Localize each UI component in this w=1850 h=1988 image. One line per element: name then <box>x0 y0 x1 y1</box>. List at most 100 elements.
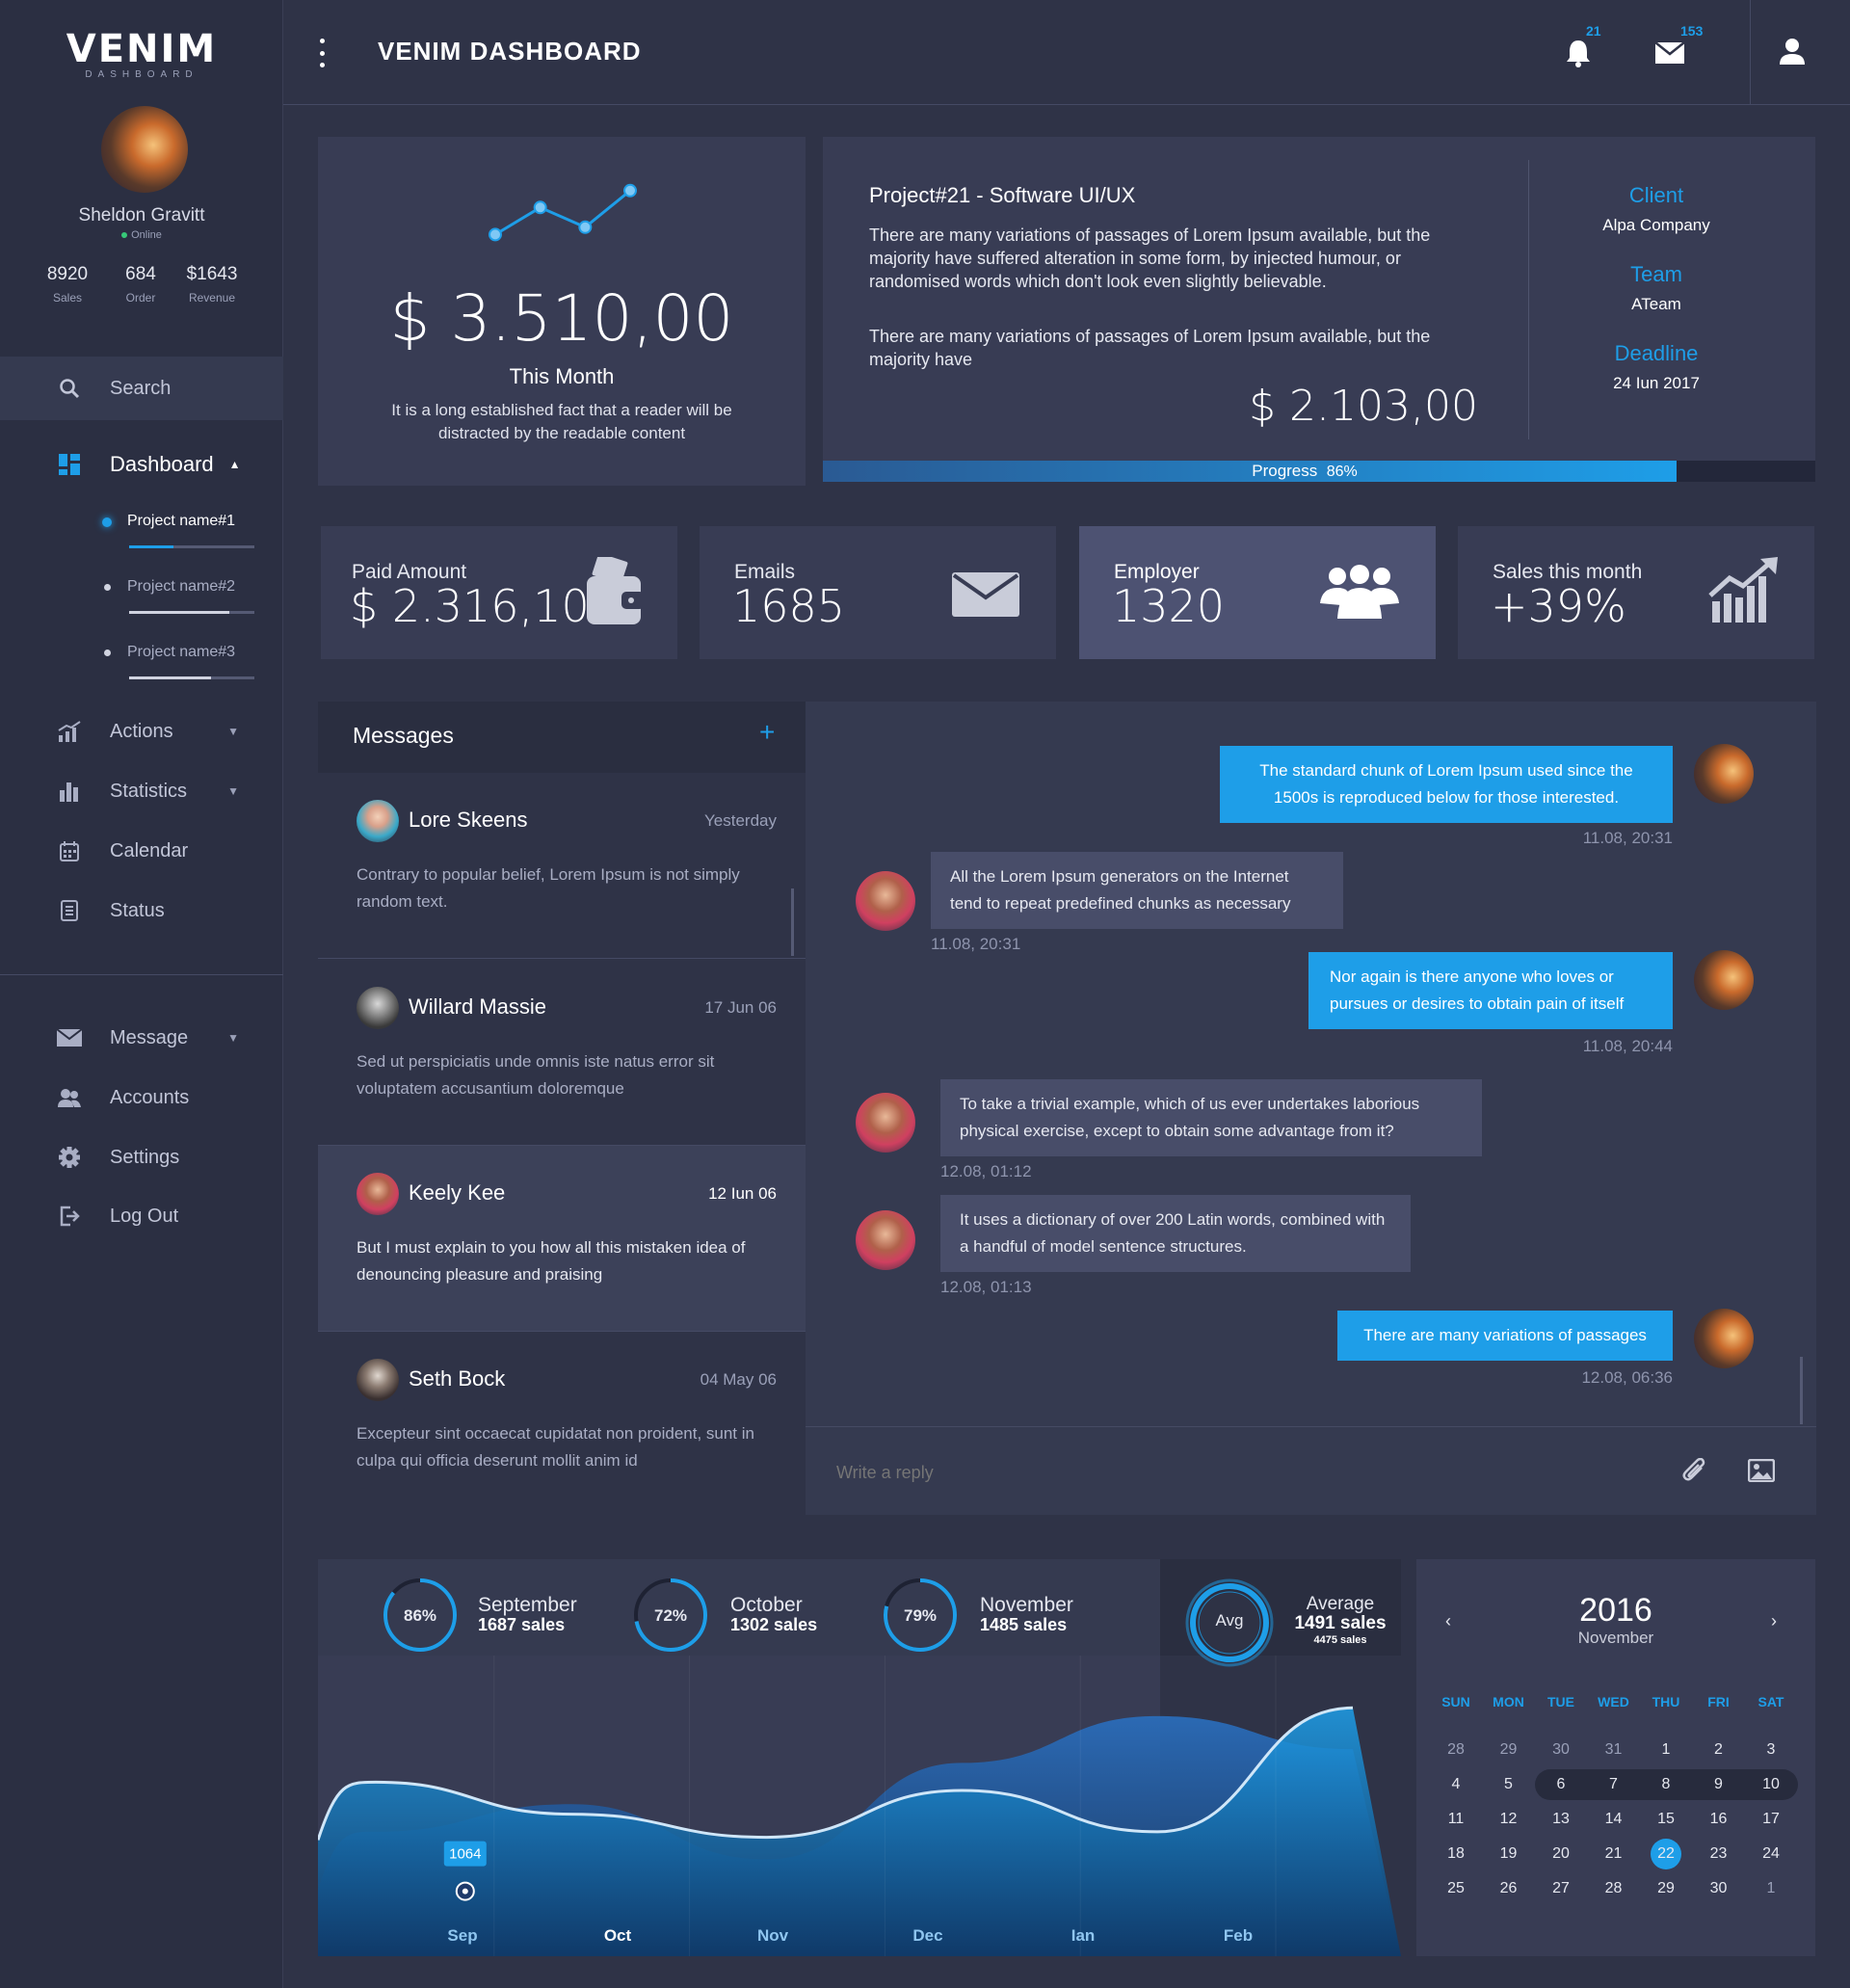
calendar-day[interactable]: 2 <box>1700 1735 1738 1765</box>
sidebar-item-label: Settings <box>110 1146 180 1168</box>
calendar-day[interactable]: 28 <box>1437 1735 1475 1765</box>
calendar-day[interactable]: 30 <box>1542 1735 1580 1765</box>
calendar-day[interactable]: 3 <box>1752 1735 1790 1765</box>
grid-icon <box>56 451 83 478</box>
message-list-item[interactable]: Lore Skeens Yesterday Contrary to popula… <box>318 773 806 959</box>
image-icon[interactable] <box>1748 1459 1775 1482</box>
project-item-1[interactable]: Project name#1 <box>102 511 256 549</box>
caret-up-icon: ▲ <box>228 458 241 471</box>
sparkline-path <box>494 189 631 236</box>
sidebar-item-message[interactable]: Message ▼ <box>0 1009 283 1067</box>
average-total: 4475 sales <box>1313 1634 1367 1646</box>
message-list-item-active[interactable]: Keely Kee 12 Iun 06 But I must explain t… <box>318 1146 806 1332</box>
calendar-day[interactable]: 26 <box>1490 1873 1528 1904</box>
calendar-day[interactable]: 23 <box>1700 1839 1738 1869</box>
calendar-day[interactable]: 14 <box>1595 1804 1633 1835</box>
calendar-day[interactable]: 17 <box>1752 1804 1790 1835</box>
sidebar-item-statistics[interactable]: Statistics ▼ <box>0 762 283 820</box>
calendar-day[interactable]: 18 <box>1437 1839 1475 1869</box>
calendar-day[interactable]: 29 <box>1490 1735 1528 1765</box>
calendar-day[interactable]: 10 <box>1752 1769 1790 1800</box>
kebab-menu-icon[interactable] <box>318 39 326 67</box>
calendar-day[interactable]: 1 <box>1752 1873 1790 1904</box>
calendar-day[interactable]: 13 <box>1542 1804 1580 1835</box>
scrollbar[interactable] <box>791 888 794 956</box>
bar-chart-icon <box>56 778 83 805</box>
calendar-day[interactable]: 25 <box>1437 1873 1475 1904</box>
project-item-2[interactable]: Project name#2 <box>102 576 256 615</box>
tile-emails[interactable]: Emails 1685 <box>700 526 1056 659</box>
messages-button[interactable]: 153 <box>1646 23 1704 77</box>
project-description-1: There are many variations of passages of… <box>869 225 1431 291</box>
reply-input[interactable] <box>836 1453 1607 1492</box>
my-avatar <box>1694 1309 1754 1368</box>
sidebar-search[interactable]: Search <box>0 357 283 420</box>
calendar-day[interactable]: 7 <box>1595 1769 1633 1800</box>
contact-avatar <box>856 1210 915 1270</box>
user-avatar[interactable] <box>101 106 188 193</box>
calendar-day[interactable]: 15 <box>1647 1804 1685 1835</box>
envelope-icon <box>952 572 1019 617</box>
calendar-day[interactable]: 20 <box>1542 1839 1580 1869</box>
tile-employer[interactable]: Employer 1320 <box>1079 526 1436 659</box>
project-amount: $ 2.103,00 <box>1249 382 1478 431</box>
calendar-day[interactable]: 19 <box>1490 1839 1528 1869</box>
online-dot-icon <box>121 232 128 238</box>
message-list-item[interactable]: Willard Massie 17 Jun 06 Sed ut perspici… <box>318 960 806 1146</box>
chat-bubble-received: To take a trivial example, which of us e… <box>940 1079 1482 1156</box>
calendar-day[interactable]: 31 <box>1595 1735 1633 1765</box>
my-avatar <box>1694 744 1754 804</box>
user-name: Sheldon Gravitt <box>78 205 205 225</box>
sidebar-item-accounts[interactable]: Accounts <box>0 1069 283 1127</box>
x-axis-label: Sep <box>447 1926 477 1945</box>
sidebar-item-actions[interactable]: Actions ▼ <box>0 702 283 760</box>
page-title: VENIM DASHBOARD <box>378 37 642 66</box>
sparkline-point <box>578 220 593 234</box>
calendar-icon <box>56 837 83 864</box>
calendar-day-today[interactable]: 22 <box>1651 1839 1681 1869</box>
average-badge: Avg <box>1215 1611 1244 1630</box>
caret-down-icon: ▼ <box>227 784 239 798</box>
tile-paid-amount[interactable]: Paid Amount $ 2.316,10 <box>321 526 677 659</box>
calendar-day[interactable]: 24 <box>1752 1839 1790 1869</box>
calendar-day[interactable]: 5 <box>1490 1769 1528 1800</box>
calendar-day[interactable]: 16 <box>1700 1804 1738 1835</box>
sidebar-item-dashboard[interactable]: Dashboard ▲ <box>0 436 283 493</box>
calendar-day[interactable]: 4 <box>1437 1769 1475 1800</box>
calendar-day[interactable]: 29 <box>1647 1873 1685 1904</box>
sender-name: Willard Massie <box>409 994 547 1019</box>
sidebar: VENIM DASHBOARD Sheldon Gravitt Online 8… <box>0 0 283 1988</box>
add-message-button[interactable]: + <box>759 717 775 748</box>
message-list-item[interactable]: Seth Bock 04 May 06 Excepteur sint occae… <box>318 1332 806 1518</box>
calendar-day[interactable]: 1 <box>1647 1735 1685 1765</box>
chat-bubble-received: It uses a dictionary of over 200 Latin w… <box>940 1195 1411 1272</box>
tile-sales-month[interactable]: Sales this month +39% <box>1458 526 1814 659</box>
calendar-day[interactable]: 27 <box>1542 1873 1580 1904</box>
calendar-day[interactable]: 30 <box>1700 1873 1738 1904</box>
logout-icon <box>56 1203 83 1230</box>
sidebar-item-settings[interactable]: Settings <box>0 1128 283 1186</box>
calendar-day[interactable]: 11 <box>1437 1804 1475 1835</box>
sidebar-item-label: Dashboard <box>110 452 214 476</box>
user-status: Online <box>0 229 283 241</box>
calendar-day[interactable]: 9 <box>1700 1769 1738 1800</box>
month-name: October <box>730 1594 803 1616</box>
x-axis-label: Oct <box>604 1926 632 1945</box>
chat-scrollbar[interactable] <box>1800 1357 1803 1424</box>
calendar-day[interactable]: 28 <box>1595 1873 1633 1904</box>
logo[interactable]: VENIM DASHBOARD <box>0 27 283 80</box>
stat-label: Sales <box>52 291 83 305</box>
sidebar-item-logout[interactable]: Log Out <box>0 1187 283 1245</box>
user-profile-icon[interactable] <box>1778 37 1807 66</box>
calendar-day[interactable]: 21 <box>1595 1839 1633 1869</box>
sidebar-item-status[interactable]: Status <box>0 882 283 940</box>
calendar-day[interactable]: 6 <box>1542 1769 1580 1800</box>
calendar-day[interactable]: 8 <box>1647 1769 1685 1800</box>
project-item-3[interactable]: Project name#3 <box>102 642 256 680</box>
paperclip-icon[interactable] <box>1682 1458 1707 1485</box>
avatar <box>357 1173 399 1215</box>
sidebar-item-calendar[interactable]: Calendar <box>0 822 283 880</box>
calendar-day[interactable]: 12 <box>1490 1804 1528 1835</box>
dot-icon <box>104 649 111 656</box>
notifications-button[interactable]: 21 <box>1555 23 1609 77</box>
